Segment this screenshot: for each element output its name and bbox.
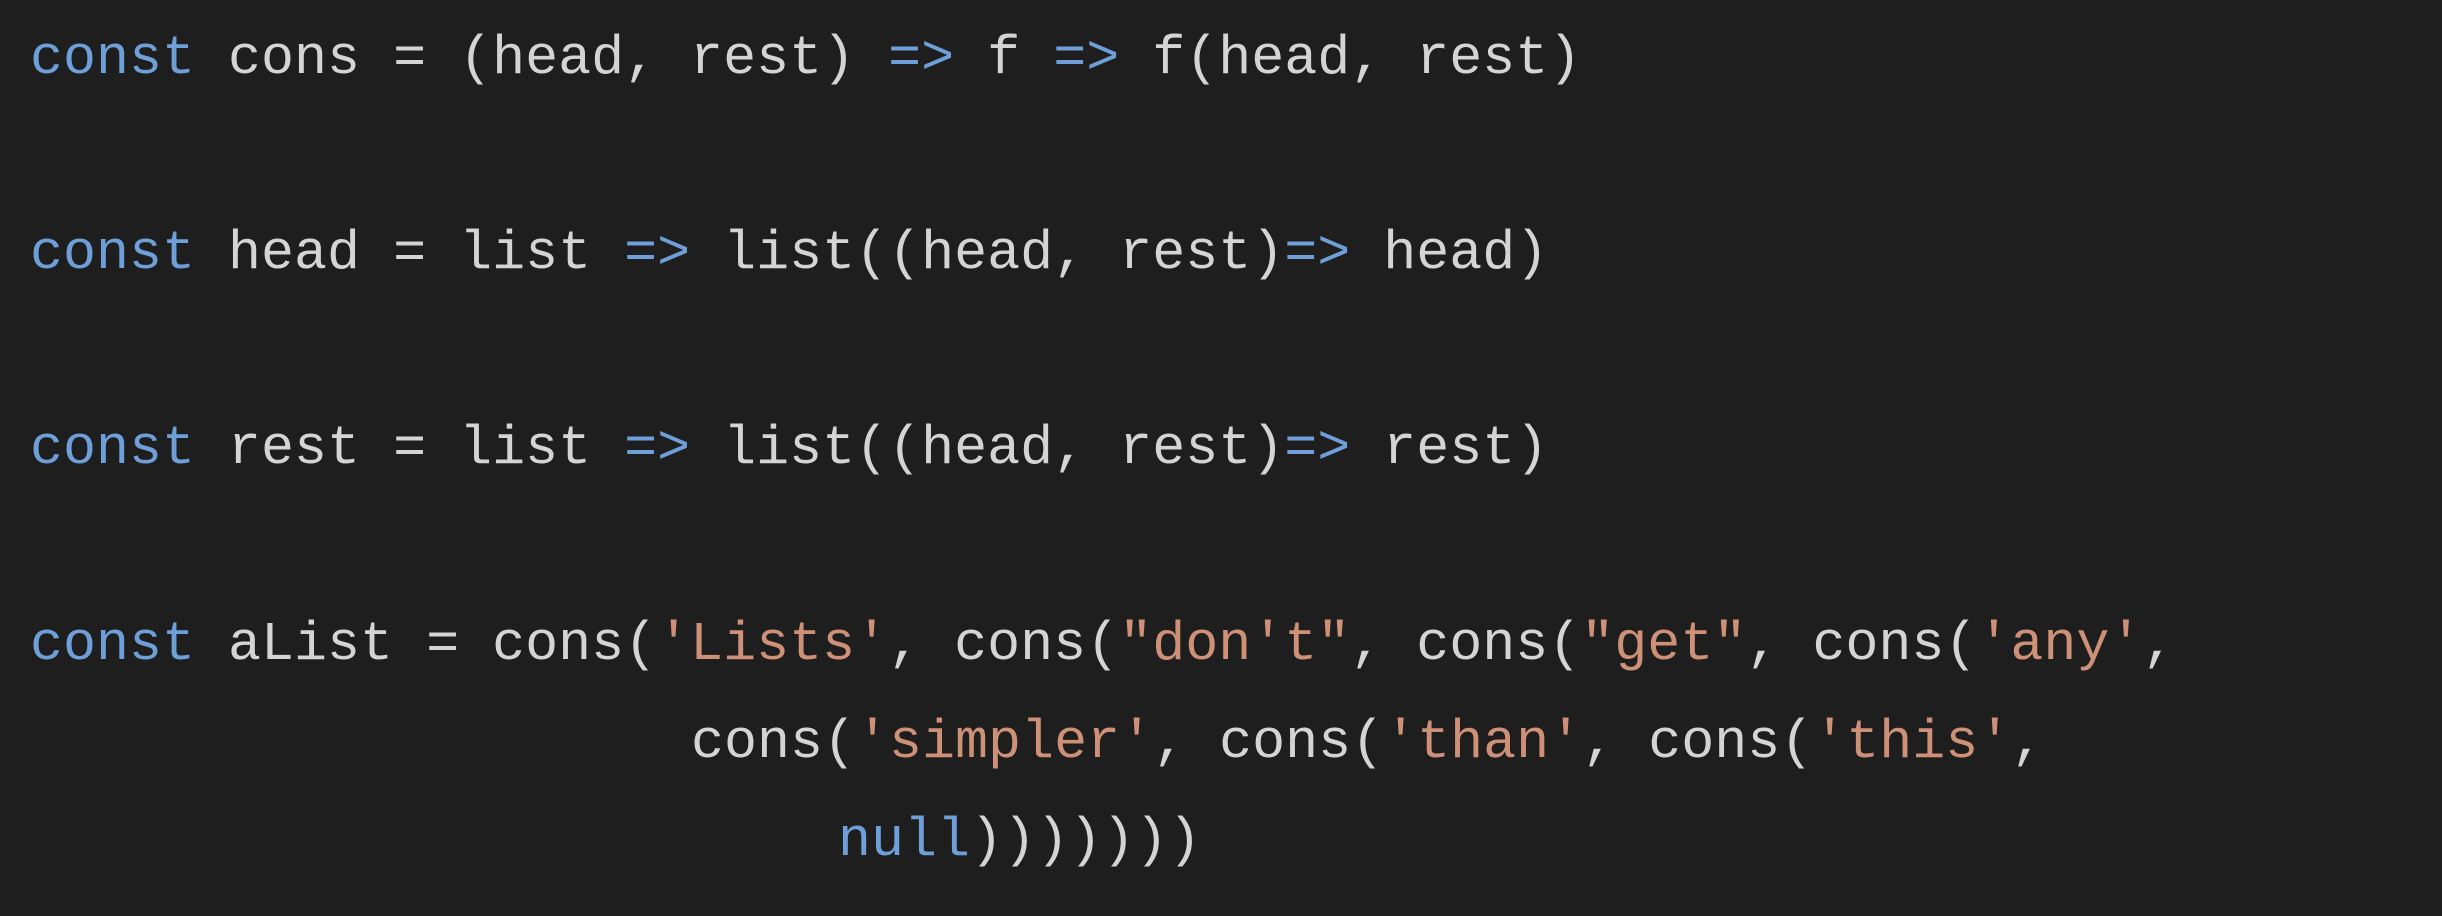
code-token: => [888, 27, 955, 90]
code-editor: const cons = (head, rest) => f => f(head… [0, 0, 2442, 916]
code-token: rest = list [195, 417, 625, 480]
code-line-cons: const cons = (head, rest) => f => f(head… [30, 24, 1581, 94]
code-token: => [1053, 27, 1120, 90]
code-token: => [1284, 222, 1351, 285]
code-token: 'this' [1813, 711, 2012, 774]
code-token: f(head, rest) [1119, 27, 1582, 90]
code-line-alist-continued: cons('simpler', cons('than', cons('this'… [691, 708, 2044, 778]
code-token: head = list [195, 222, 625, 285]
code-token: , cons( [1582, 711, 1814, 774]
code-line-alist: const aList = cons('Lists', cons("don't"… [30, 610, 2175, 680]
code-token: const [30, 417, 196, 480]
code-token: null [838, 809, 971, 872]
code-token: const [30, 27, 196, 90]
code-token: ))))))) [970, 809, 1202, 872]
code-token: => [624, 222, 691, 285]
code-token: cons( [691, 711, 857, 774]
code-token: const [30, 222, 196, 285]
code-token: , cons( [1746, 613, 1978, 676]
code-line-rest: const rest = list => list((head, rest)=>… [30, 414, 1548, 484]
code-token: , [2142, 613, 2176, 676]
code-token: => [1284, 417, 1351, 480]
code-token: cons = (head, rest) [195, 27, 889, 90]
code-token: 'than' [1384, 711, 1583, 774]
code-token: const [30, 613, 196, 676]
code-token: list((head, rest) [690, 222, 1285, 285]
code-token: 'Lists' [657, 613, 889, 676]
code-token: , cons( [888, 613, 1120, 676]
code-token: 'any' [1977, 613, 2143, 676]
code-token: => [624, 417, 691, 480]
code-token: "get" [1581, 613, 1747, 676]
code-token: head) [1350, 222, 1549, 285]
code-token: f [954, 27, 1054, 90]
code-token: rest) [1350, 417, 1549, 480]
code-token: , [2011, 711, 2045, 774]
code-token: , cons( [1153, 711, 1385, 774]
code-token: list((head, rest) [690, 417, 1285, 480]
code-token: "don't" [1119, 613, 1351, 676]
code-token: 'simpler' [856, 711, 1154, 774]
code-token: aList = cons( [195, 613, 658, 676]
code-token: , cons( [1350, 613, 1582, 676]
code-line-head: const head = list => list((head, rest)=>… [30, 219, 1548, 289]
code-line-alist-end: null))))))) [838, 806, 1201, 876]
